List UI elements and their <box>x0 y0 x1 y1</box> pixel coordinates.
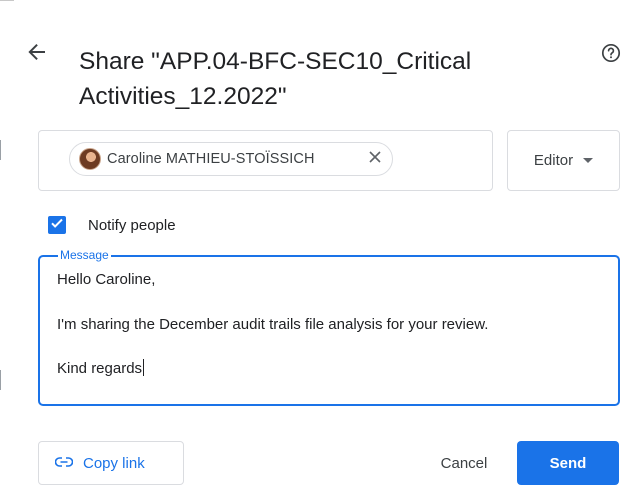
arrow-back-icon <box>28 43 46 66</box>
copy-link-button[interactable]: Copy link <box>38 441 184 485</box>
chevron-down-icon <box>583 158 594 163</box>
text-cursor <box>143 359 145 377</box>
message-textarea[interactable]: Message Hello Caroline, I'm sharing the … <box>38 248 620 406</box>
check-icon <box>50 216 64 235</box>
back-button[interactable] <box>20 37 54 71</box>
recipient-chip-label: Caroline MATHIEU-STOÏSSICH <box>107 151 315 167</box>
notify-checkbox[interactable] <box>48 216 66 234</box>
chip-remove-button[interactable] <box>366 150 384 168</box>
window-edge-top <box>0 0 14 1</box>
window-edge-mark <box>0 370 1 390</box>
notify-label: Notify people <box>88 216 176 234</box>
link-icon <box>54 454 74 472</box>
window-edge-mark <box>0 140 1 160</box>
avatar <box>79 148 101 170</box>
role-label: Editor <box>533 152 574 169</box>
notify-row: Notify people <box>48 212 176 238</box>
help-button[interactable] <box>598 42 624 68</box>
role-dropdown[interactable]: Editor <box>507 130 620 191</box>
recipient-chip[interactable]: Caroline MATHIEU-STOÏSSICH <box>69 142 393 176</box>
recipients-input[interactable]: Caroline MATHIEU-STOÏSSICH <box>38 130 493 191</box>
send-button[interactable]: Send <box>517 441 619 485</box>
dialog-title: Share "APP.04-BFC-SEC10_Critical Activit… <box>79 48 472 110</box>
message-body: Hello Caroline, I'm sharing the December… <box>57 271 489 378</box>
message-legend: Message <box>58 248 111 262</box>
help-icon <box>601 43 621 68</box>
copy-link-label: Copy link <box>83 454 145 472</box>
cancel-button[interactable]: Cancel <box>418 441 510 485</box>
message-text: Hello Caroline, I'm sharing the December… <box>57 269 608 380</box>
close-icon <box>369 150 381 168</box>
